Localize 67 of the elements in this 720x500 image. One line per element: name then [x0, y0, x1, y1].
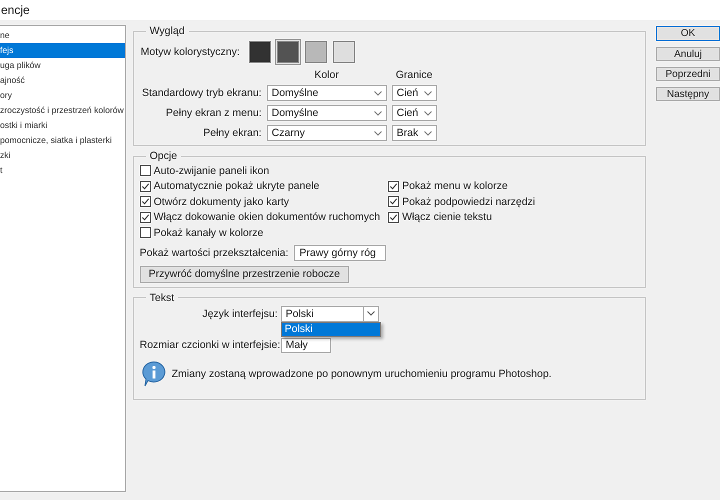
- checkbox[interactable]: Auto-zwijanie paneli ikon: [140, 164, 380, 178]
- category-item[interactable]: ory: [0, 88, 125, 103]
- field-label: Pokaż wartości przekształcenia:: [140, 246, 288, 258]
- field-label: Standardowy tryb ekranu:: [140, 87, 262, 99]
- category-item[interactable]: zroczystość i przestrzeń kolorów: [0, 103, 125, 118]
- group-title: Tekst: [148, 292, 176, 304]
- category-item[interactable]: ostki i miarki: [0, 118, 125, 133]
- checkbox[interactable]: Pokaż kanały w kolorze: [140, 226, 380, 240]
- reset-workspaces-button[interactable]: Przywróć domyślne przestrzenie robocze: [140, 266, 350, 282]
- dropdown[interactable]: Brak: [392, 125, 437, 141]
- dropdown[interactable]: Prawy górny róg: [294, 244, 386, 260]
- dropdown[interactable]: Cień: [392, 85, 437, 101]
- theme-swatch[interactable]: [302, 39, 329, 65]
- checkbox-box[interactable]: [140, 196, 151, 208]
- window-title: encje: [1, 3, 30, 17]
- checkbox[interactable]: Otwórz dokumenty jako karty: [140, 195, 380, 208]
- checkbox[interactable]: Włącz dokowanie okien dokumentów ruchomych: [140, 210, 380, 224]
- info-icon: [142, 360, 166, 386]
- dropdown[interactable]: Cień: [392, 105, 437, 121]
- dropdown-option[interactable]: Polski: [282, 322, 380, 336]
- dialog-button[interactable]: Następny: [656, 87, 720, 101]
- theme-swatch[interactable]: [330, 39, 357, 65]
- checkbox-box[interactable]: [140, 180, 151, 192]
- language-dropdown[interactable]: Polski: [280, 306, 379, 322]
- theme-swatch[interactable]: [246, 39, 273, 65]
- dialog-button[interactable]: Poprzedni: [656, 67, 720, 81]
- field-label: Pełny ekran:: [202, 127, 262, 139]
- field-label: Motyw kolorystyczny:: [140, 46, 240, 58]
- checkbox[interactable]: Włącz cienie tekstu: [388, 210, 536, 224]
- checkbox-box[interactable]: [140, 165, 151, 176]
- category-item[interactable]: uga plików: [0, 58, 125, 73]
- column-header: Granice: [394, 69, 434, 81]
- chevron-icon: [374, 110, 382, 116]
- checkbox-box[interactable]: [140, 227, 151, 238]
- chevron-icon: [374, 90, 382, 96]
- dialog-button[interactable]: OK: [656, 26, 720, 41]
- checkbox-box[interactable]: [388, 212, 400, 223]
- checkbox-box[interactable]: [388, 196, 400, 208]
- group-title: Wygląd: [148, 25, 186, 37]
- dialog-button[interactable]: Anuluj: [656, 47, 720, 61]
- chevron-icon: [424, 110, 432, 116]
- column-header: Kolor: [313, 69, 340, 81]
- group-title: Opcje: [148, 150, 178, 162]
- theme-swatch[interactable]: [274, 39, 301, 65]
- dropdown[interactable]: Domyślne: [266, 105, 387, 121]
- dropdown[interactable]: Czarny: [266, 125, 387, 141]
- chevron-icon: [424, 90, 432, 96]
- info-message: Zmiany zostaną wprowadzone po ponownym uruchomieniu programu Photoshop.: [172, 368, 552, 380]
- category-item[interactable]: t: [0, 163, 125, 178]
- field-label: Pełny ekran z menu:: [164, 107, 262, 119]
- chevron-icon: [374, 130, 382, 136]
- dropdown[interactable]: Mały: [280, 338, 331, 352]
- category-item[interactable]: pomocnicze, siatka i plasterki: [0, 133, 125, 148]
- checkbox[interactable]: Pokaż menu w kolorze: [388, 180, 536, 193]
- checkbox[interactable]: Automatycznie pokaż ukryte panele: [140, 180, 380, 193]
- category-item[interactable]: zki: [0, 148, 125, 163]
- chevron-icon: [424, 130, 432, 136]
- checkbox[interactable]: Pokaż podpowiedzi narzędzi: [388, 195, 536, 208]
- category-item[interactable]: ne: [0, 28, 125, 43]
- checkbox-box[interactable]: [388, 180, 400, 192]
- category-item[interactable]: fejs: [0, 43, 125, 58]
- category-item[interactable]: ajność: [0, 73, 125, 88]
- dropdown[interactable]: Domyślne: [266, 85, 387, 101]
- chevron-icon: [362, 306, 378, 320]
- field-label: Język interfejsu:: [201, 308, 278, 320]
- checkbox-box[interactable]: [140, 212, 151, 223]
- field-label: Rozmiar czcionki w interfejsie:: [140, 339, 278, 351]
